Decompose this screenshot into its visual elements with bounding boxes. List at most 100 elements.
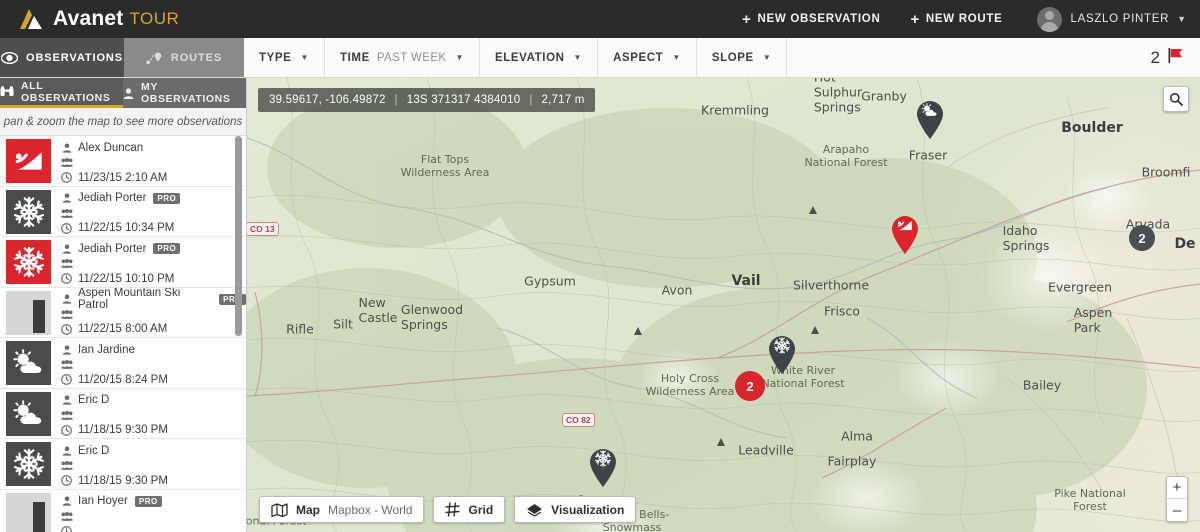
observation-time: 11/23/15 2:10 AM xyxy=(78,171,168,184)
sidebar-tab-all-observations[interactable]: ALL OBSERVATIONS xyxy=(0,78,123,108)
search-icon xyxy=(1169,92,1183,106)
zoom-in-button[interactable]: + xyxy=(1167,477,1187,499)
observation-row[interactable]: Jediah Porter PRO 11/22/15 10:34 PM xyxy=(0,186,246,237)
chevron-down-icon: ▼ xyxy=(1177,14,1186,24)
new-route-button[interactable]: + NEW ROUTE xyxy=(910,12,1002,27)
observation-row[interactable]: Jediah Porter PRO 11/22/15 10:10 PM xyxy=(0,237,246,288)
person-icon xyxy=(59,243,74,254)
map-visualization-label: Visualization xyxy=(551,502,625,517)
plus-icon: + xyxy=(742,10,752,28)
road-shield: CO 13 xyxy=(247,222,279,236)
observation-meta: Eric D 11/18/15 9:30 PM xyxy=(59,389,246,439)
map-view[interactable]: KremmlingHot Sulphur SpringsGranbyArapah… xyxy=(247,78,1200,532)
map-pin-avalanche[interactable] xyxy=(890,215,920,255)
group-icon xyxy=(59,410,74,420)
observation-row[interactable]: Ian Jardine 11/20/15 8:24 PM xyxy=(0,338,246,389)
observation-user: Jediah Porter xyxy=(78,242,147,255)
filter-elevation-label: ELEVATION xyxy=(495,51,565,64)
map-canvas xyxy=(247,78,1200,532)
map-cluster-marker[interactable]: 2 xyxy=(1129,225,1155,251)
group-icon xyxy=(59,259,74,268)
clock-icon xyxy=(59,424,74,436)
clock-icon xyxy=(59,374,74,385)
map-cluster-marker[interactable]: 2 xyxy=(735,371,765,401)
observation-row[interactable]: Alex Duncan 11/23/15 2:10 AM xyxy=(0,136,246,187)
observation-user: Ian Hoyer xyxy=(78,495,128,507)
tab-routes[interactable]: ROUTES xyxy=(124,38,244,77)
zoom-out-button[interactable]: – xyxy=(1167,499,1187,521)
map-pin-weather[interactable] xyxy=(915,100,945,140)
map-visualization-button[interactable]: Visualization xyxy=(514,496,637,523)
tab-observations[interactable]: OBSERVATIONS xyxy=(0,38,124,77)
avalanche-icon xyxy=(6,139,51,183)
group-icon xyxy=(59,461,74,470)
binoculars-icon xyxy=(0,86,14,97)
coordinate-elevation: 2,717 m xyxy=(541,94,585,106)
snowflake-icon xyxy=(6,240,51,284)
observation-meta: Ian Jardine 11/20/15 8:24 PM xyxy=(59,338,246,388)
clock-icon xyxy=(59,323,74,335)
snowpit-icon xyxy=(6,290,51,335)
observation-user: Aspen Mountain Ski Patrol xyxy=(78,287,181,312)
filter-type[interactable]: TYPE ▼ xyxy=(244,38,325,77)
coordinate-latlon: 39.59617, -106.49872 xyxy=(269,94,386,106)
observation-time: 11/22/15 8:00 AM xyxy=(78,323,168,335)
clock-icon xyxy=(59,222,74,234)
observation-meta: Alex Duncan 11/23/15 2:10 AM xyxy=(59,136,246,186)
observation-row[interactable]: Eric D 11/18/15 9:30 PM xyxy=(0,388,246,439)
user-name-label: LASZLO PINTER xyxy=(1070,13,1170,25)
group-icon xyxy=(59,158,74,167)
map-bottom-controls: Map Mapbox - World Grid Visualization xyxy=(259,496,645,523)
map-search-button[interactable] xyxy=(1163,86,1189,112)
observation-time: 11/22/15 10:34 PM xyxy=(78,222,175,234)
user-menu[interactable]: LASZLO PINTER ▼ xyxy=(1036,6,1186,32)
pan-zoom-hint: pan & zoom the map to see more observati… xyxy=(0,108,246,136)
weather-icon xyxy=(6,391,51,436)
coordinate-utm: 13S 371317 4384010 xyxy=(406,94,521,106)
observation-meta: Jediah Porter PRO 11/22/15 10:34 PM xyxy=(59,187,246,237)
group-icon xyxy=(59,360,74,369)
group-icon xyxy=(59,511,74,521)
sidebar-tab-my-observations[interactable]: MY OBSERVATIONS xyxy=(123,78,246,108)
route-pin-icon xyxy=(146,51,163,65)
map-style-label: Map xyxy=(296,502,320,517)
map-grid-label: Grid xyxy=(468,502,494,517)
sidebar-tab-my-label: MY OBSERVATIONS xyxy=(141,81,231,105)
group-icon xyxy=(59,208,74,218)
map-grid-button[interactable]: Grid xyxy=(433,496,506,523)
observation-user: Ian Jardine xyxy=(78,343,135,356)
map-zoom-control[interactable]: + – xyxy=(1166,476,1188,522)
filter-aspect[interactable]: ASPECT ▼ xyxy=(598,38,697,77)
filter-time[interactable]: TIME PAST WEEK ▼ xyxy=(324,38,481,77)
filter-elevation[interactable]: ELEVATION ▼ xyxy=(480,38,599,77)
pro-badge: PRO xyxy=(153,243,181,254)
flagged-observations-button[interactable]: 2 xyxy=(1151,38,1200,77)
snowpit-icon xyxy=(6,492,51,532)
map-pin-snowflake[interactable] xyxy=(767,335,797,375)
chevron-down-icon: ▼ xyxy=(672,53,681,62)
pro-badge: PRO xyxy=(153,192,181,204)
sidebar-scrollbar-thumb[interactable] xyxy=(235,136,242,336)
filter-slope[interactable]: SLOPE ▼ xyxy=(696,38,788,77)
filter-bar: OBSERVATIONS ROUTES TYPE ▼ TIME PAST WEE… xyxy=(0,38,1200,78)
layers-icon xyxy=(526,503,543,517)
observation-row[interactable]: Aspen Mountain Ski Patrol PRO 11/22/15 8:… xyxy=(0,287,246,338)
person-icon xyxy=(59,294,74,304)
observation-user: Jediah Porter xyxy=(78,192,147,204)
new-observation-button[interactable]: + NEW OBSERVATION xyxy=(742,12,880,27)
map-pin-snowflake[interactable] xyxy=(588,448,618,488)
person-icon xyxy=(59,193,74,203)
sidebar-tab-all-label: ALL OBSERVATIONS xyxy=(21,79,111,104)
observation-row[interactable]: Eric D 11/18/15 9:30 PM xyxy=(0,439,246,490)
snowflake-icon xyxy=(6,442,51,486)
folded-map-icon xyxy=(271,502,288,517)
observations-list[interactable]: Alex Duncan 11/23/15 2:10 AM Jediah Port… xyxy=(0,136,246,532)
brand-logo[interactable]: Avanet TOUR xyxy=(0,7,179,31)
snowflake-icon xyxy=(6,189,51,234)
observation-row[interactable]: Ian Hoyer PRO xyxy=(0,489,246,532)
sidebar-scrollbar[interactable] xyxy=(235,136,244,532)
chevron-down-icon: ▼ xyxy=(573,53,583,62)
clock-icon xyxy=(59,273,74,284)
observation-user: Eric D xyxy=(78,394,110,406)
map-style-button[interactable]: Map Mapbox - World xyxy=(259,496,425,523)
